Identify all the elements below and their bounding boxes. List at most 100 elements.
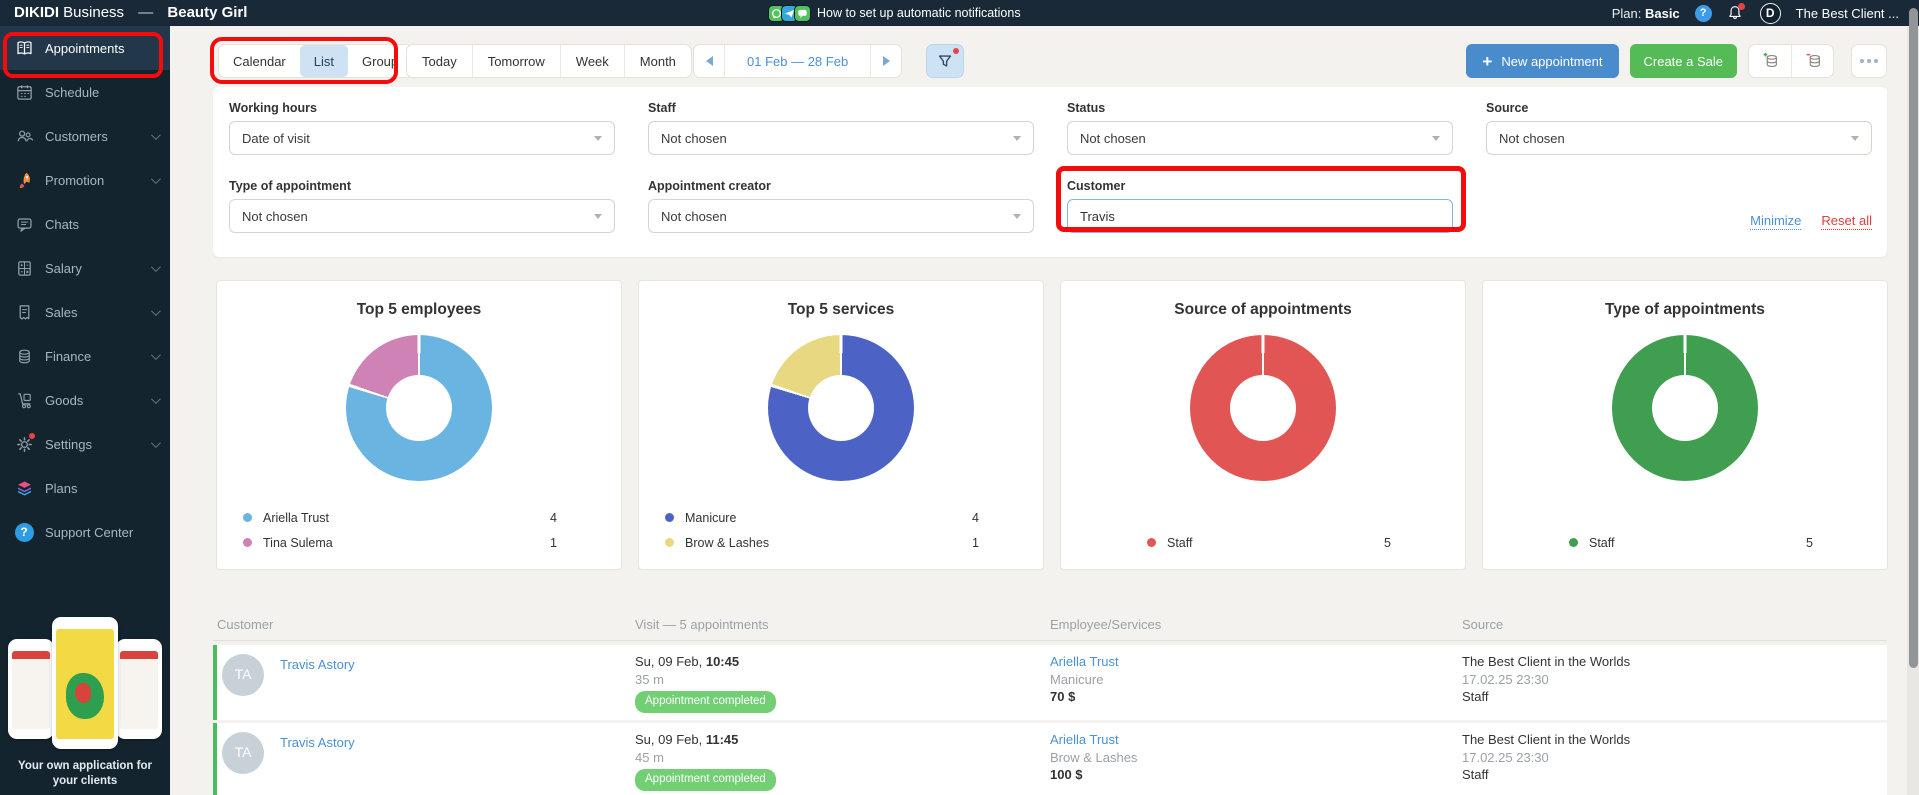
coins-plus-icon xyxy=(1763,52,1777,68)
sidebar-item-label: Finance xyxy=(45,348,92,364)
tab-week[interactable]: Week xyxy=(559,45,624,77)
date-range-tabs: Today Tomorrow Week Month xyxy=(406,44,692,78)
table-row[interactable]: TA Travis Astory Su, 09 Feb, 11:45 45 m … xyxy=(213,723,1887,795)
legend-value: 5 xyxy=(1806,535,1813,550)
status-select[interactable]: Not chosen xyxy=(1067,121,1453,155)
source-channel: Staff xyxy=(1462,689,1489,704)
filter-label: Status xyxy=(1067,101,1106,115)
legend-item[interactable]: Tina Sulema 1 xyxy=(217,530,621,555)
avatar: TA xyxy=(222,732,264,774)
legend-dot xyxy=(1569,538,1578,547)
appointments-table: TA Travis Astory Su, 09 Feb, 10:45 35 m … xyxy=(213,645,1887,795)
help-icon[interactable]: ? xyxy=(1694,4,1712,22)
cash-expense-button[interactable] xyxy=(1791,45,1833,77)
sidebar-item-plans[interactable]: Plans xyxy=(0,466,170,510)
appointment-creator-select[interactable]: Not chosen xyxy=(648,199,1034,233)
create-sale-button[interactable]: Create a Sale xyxy=(1629,44,1737,78)
new-appointment-button[interactable]: + New appointment xyxy=(1466,44,1619,78)
sidebar-item-chats[interactable]: Chats xyxy=(0,202,170,246)
sidebar-item-goods[interactable]: Goods xyxy=(0,378,170,422)
status-badge: Appointment completed xyxy=(635,691,776,713)
sidebar-item-support-center[interactable]: ? Support Center xyxy=(0,510,170,554)
cash-income-button[interactable] xyxy=(1749,45,1791,77)
current-date-range[interactable]: 01 Feb — 28 Feb xyxy=(724,45,872,77)
source-channel: Staff xyxy=(1462,767,1489,782)
tab-today[interactable]: Today xyxy=(407,45,472,77)
sidebar-item-label: Chats xyxy=(45,216,79,232)
more-options-button[interactable] xyxy=(1851,44,1887,78)
sidebar-item-label: Plans xyxy=(45,480,78,496)
sidebar-item-label: Goods xyxy=(45,392,84,408)
source-select[interactable]: Not chosen xyxy=(1486,121,1872,155)
next-period-button[interactable] xyxy=(871,45,901,77)
avatar: TA xyxy=(222,654,264,696)
sidebar-item-salary[interactable]: Salary xyxy=(0,246,170,290)
prev-period-button[interactable] xyxy=(694,45,724,77)
scrollbar-thumb[interactable] xyxy=(1909,8,1918,668)
sidebar-item-sales[interactable]: Sales xyxy=(0,290,170,334)
working-hours-select[interactable]: Date of visit xyxy=(229,121,615,155)
table-row[interactable]: TA Travis Astory Su, 09 Feb, 10:45 35 m … xyxy=(213,645,1887,720)
tab-tomorrow[interactable]: Tomorrow xyxy=(471,45,560,77)
type-of-appointment-select[interactable]: Not chosen xyxy=(229,199,615,233)
legend-dot xyxy=(665,513,674,522)
chevron-down-icon xyxy=(1851,135,1859,141)
tab-list[interactable]: List xyxy=(299,45,348,77)
source-date: 17.02.25 23:30 xyxy=(1462,749,1549,765)
visit-datetime: Su, 09 Feb, 10:45 xyxy=(635,654,740,669)
gear-icon xyxy=(14,432,36,454)
charts-row: Top 5 employees Ariella Trust 4 Tina Sul… xyxy=(216,280,1888,570)
visit-time: 11:45 xyxy=(705,732,739,747)
employee-link[interactable]: Ariella Trust xyxy=(1050,653,1462,671)
filter-active-dot xyxy=(953,48,959,54)
sidebar-item-settings[interactable]: Settings xyxy=(0,422,170,466)
sidebar-item-label: Appointments xyxy=(45,40,125,56)
legend-label: Manicure xyxy=(685,510,737,525)
sidebar-item-appointments[interactable]: Appointments xyxy=(0,26,170,70)
chart-legend: Manicure 4 Brow & Lashes 1 xyxy=(639,505,1043,555)
sidebar-item-label: Sales xyxy=(45,304,78,320)
legend-item[interactable]: Staff 5 xyxy=(1061,530,1465,555)
plan-info[interactable]: Plan: Basic xyxy=(1612,6,1680,21)
tab-group[interactable]: Group xyxy=(348,45,412,77)
column-visit: Visit — 5 appointments xyxy=(635,616,769,632)
settings-alert-dot xyxy=(28,432,36,440)
legend-item[interactable]: Ariella Trust 4 xyxy=(217,505,621,530)
filter-label: Appointment creator xyxy=(648,179,771,193)
brand-suffix: Business xyxy=(63,4,125,21)
customer-link[interactable]: Travis Astory xyxy=(280,656,355,674)
sidebar-item-label: Promotion xyxy=(45,172,105,188)
tab-month[interactable]: Month xyxy=(623,45,691,77)
bell-icon[interactable] xyxy=(1727,3,1745,22)
appointments-table-header: Customer Visit — 5 appointments Employee… xyxy=(213,608,1887,641)
customer-cell: TA Travis Astory xyxy=(217,645,635,720)
sidebar-item-customers[interactable]: Customers xyxy=(0,114,170,158)
account-avatar[interactable]: D xyxy=(1759,2,1781,24)
layers-icon xyxy=(14,478,34,498)
rocket-icon xyxy=(14,170,34,190)
legend-item[interactable]: Manicure 4 xyxy=(639,505,1043,530)
reset-all-link[interactable]: Reset all xyxy=(1821,213,1872,230)
column-source: Source xyxy=(1462,616,1504,632)
legend-label: Tina Sulema xyxy=(263,535,333,550)
account-name[interactable]: The Best Client ... xyxy=(1796,6,1899,21)
tab-calendar[interactable]: Calendar xyxy=(219,45,300,77)
legend-value: 1 xyxy=(550,535,557,550)
sidebar-item-promotion[interactable]: Promotion xyxy=(0,158,170,202)
legend-item[interactable]: Staff 5 xyxy=(1483,530,1887,555)
source-date: 17.02.25 23:30 xyxy=(1462,671,1549,687)
sidebar-item-finance[interactable]: Finance xyxy=(0,334,170,378)
employee-link[interactable]: Ariella Trust xyxy=(1050,731,1462,749)
visit-cell: Su, 09 Feb, 10:45 35 m Appointment compl… xyxy=(635,645,1050,720)
minimize-link[interactable]: Minimize xyxy=(1750,213,1802,230)
sidebar-item-schedule[interactable]: Schedule xyxy=(0,70,170,114)
legend-item[interactable]: Brow & Lashes 1 xyxy=(639,530,1043,555)
notification-banner[interactable]: How to set up automatic notifications xyxy=(768,0,1021,26)
staff-select[interactable]: Not chosen xyxy=(648,121,1034,155)
promo-phone-center xyxy=(52,617,118,749)
chart-title: Source of appointments xyxy=(1174,301,1352,318)
topbar-right: Plan: Basic ? D The Best Client ... xyxy=(1612,0,1899,26)
filter-toggle-button[interactable] xyxy=(926,44,964,78)
customer-input[interactable] xyxy=(1067,199,1453,233)
customer-link[interactable]: Travis Astory xyxy=(280,734,355,752)
